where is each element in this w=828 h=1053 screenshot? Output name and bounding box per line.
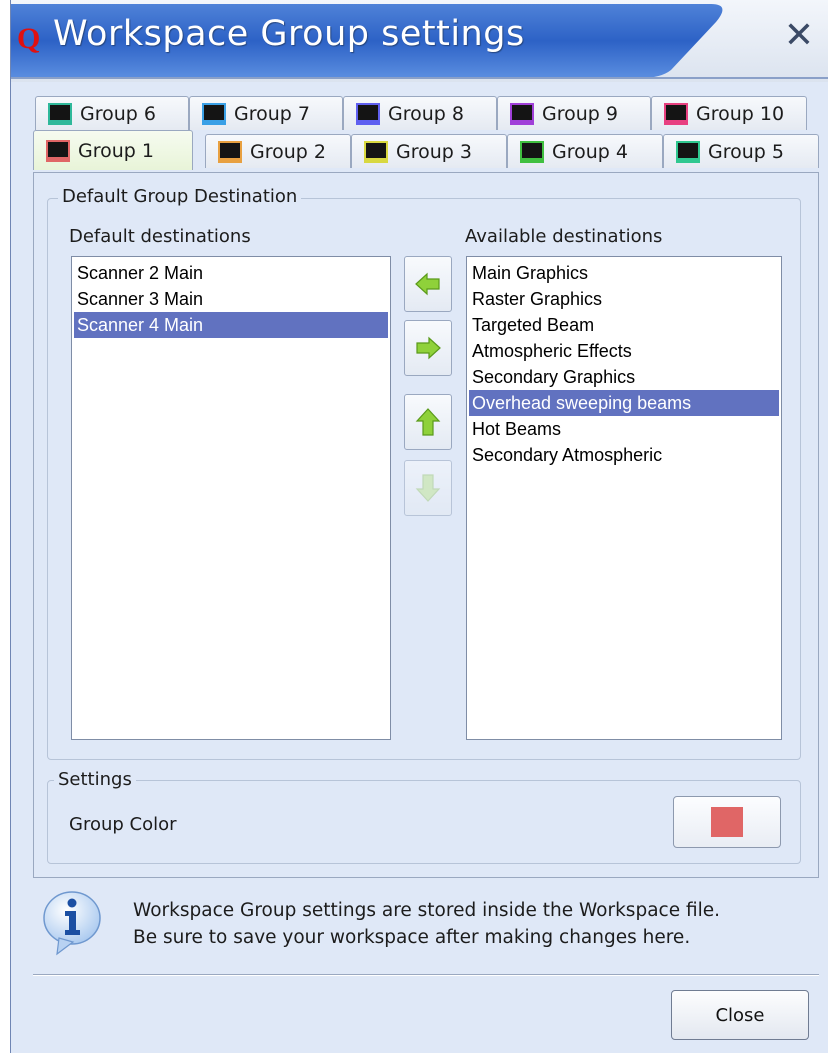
list-item[interactable]: Atmospheric Effects (469, 338, 779, 364)
tab-label: Group 8 (388, 102, 464, 125)
list-item[interactable]: Secondary Atmospheric (469, 442, 779, 468)
tab-group-8[interactable]: Group 8 (343, 96, 497, 130)
group-5-color-icon (676, 140, 700, 163)
tab-group-5[interactable]: Group 5 (663, 134, 819, 168)
list-item[interactable]: Targeted Beam (469, 312, 779, 338)
tab-label: Group 3 (396, 140, 472, 163)
info-message: Workspace Group settings are stored insi… (133, 897, 720, 951)
tab-label: Group 2 (250, 140, 326, 163)
group-6-color-icon (48, 102, 72, 125)
group-1-color-icon (46, 139, 70, 162)
arrow-down-icon (415, 474, 441, 502)
settings-group-title: Settings (54, 769, 136, 790)
group-7-color-icon (202, 102, 226, 125)
list-item[interactable]: Scanner 3 Main (74, 286, 388, 312)
group-2-color-icon (218, 140, 242, 163)
tab-label: Group 10 (696, 102, 785, 125)
info-line-2: Be sure to save your workspace after mak… (133, 927, 691, 948)
move-down-button[interactable] (404, 460, 452, 516)
group-8-color-icon (356, 102, 380, 125)
available-destinations-list[interactable]: Main Graphics Raster Graphics Targeted B… (466, 256, 782, 740)
list-item[interactable]: Main Graphics (469, 260, 779, 286)
color-chip-icon (711, 807, 743, 837)
tab-label: Group 9 (542, 102, 618, 125)
group-9-color-icon (510, 102, 534, 125)
default-destinations-label: Default destinations (69, 226, 251, 247)
app-logo-icon: Q (17, 22, 41, 55)
divider (33, 974, 819, 976)
tab-label: Group 5 (708, 140, 784, 163)
available-destinations-label: Available destinations (465, 226, 663, 247)
group-10-color-icon (664, 102, 688, 125)
close-button[interactable]: Close (671, 990, 809, 1040)
tab-label: Group 6 (80, 102, 156, 125)
group-3-color-icon (364, 140, 388, 163)
group-color-label: Group Color (69, 814, 177, 835)
move-left-button[interactable] (404, 256, 452, 312)
move-right-button[interactable] (404, 320, 452, 376)
tab-group-1[interactable]: Group 1 (33, 130, 193, 170)
arrow-right-icon (416, 336, 441, 360)
info-line-1: Workspace Group settings are stored insi… (133, 900, 721, 921)
arrow-left-icon (415, 272, 440, 296)
tab-label: Group 7 (234, 102, 310, 125)
tab-label: Group 4 (552, 140, 628, 163)
default-destinations-list[interactable]: Scanner 2 Main Scanner 3 Main Scanner 4 … (71, 256, 391, 740)
tab-label: Group 1 (78, 139, 154, 162)
info-icon (43, 891, 101, 956)
tab-group-3[interactable]: Group 3 (351, 134, 507, 168)
list-item[interactable]: Secondary Graphics (469, 364, 779, 390)
group-color-button[interactable] (673, 796, 781, 848)
tab-group-2[interactable]: Group 2 (205, 134, 351, 168)
window-title: Workspace Group settings (53, 14, 525, 54)
list-item[interactable]: Scanner 2 Main (74, 260, 388, 286)
arrow-up-icon (415, 408, 441, 436)
list-item-selected[interactable]: Overhead sweeping beams (469, 390, 779, 416)
tab-group-4[interactable]: Group 4 (507, 134, 663, 168)
close-icon[interactable]: ✕ (779, 14, 819, 58)
title-bar[interactable]: Q Workspace Group settings ✕ (11, 0, 828, 82)
tab-group-6[interactable]: Group 6 (35, 96, 189, 130)
destination-group-title: Default Group Destination (58, 186, 302, 207)
tab-group-10[interactable]: Group 10 (651, 96, 807, 130)
move-up-button[interactable] (404, 394, 452, 450)
tab-group-7[interactable]: Group 7 (189, 96, 343, 130)
list-item-selected[interactable]: Scanner 4 Main (74, 312, 388, 338)
group-4-color-icon (520, 140, 544, 163)
tab-group-9[interactable]: Group 9 (497, 96, 651, 130)
list-item[interactable]: Raster Graphics (469, 286, 779, 312)
dialog-window: Q Workspace Group settings ✕ Group 6 Gro… (10, 0, 828, 1053)
list-item[interactable]: Hot Beams (469, 416, 779, 442)
